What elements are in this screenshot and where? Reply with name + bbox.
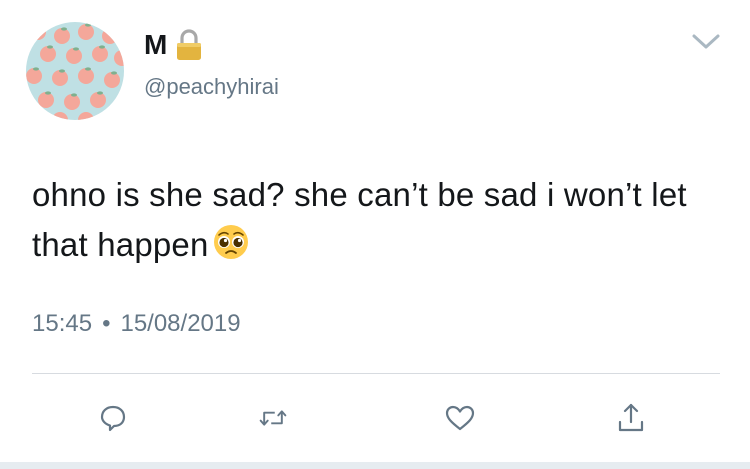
tweet-date: 15/08/2019	[120, 310, 241, 337]
retweet-button[interactable]	[258, 402, 288, 434]
avatar[interactable]	[26, 22, 124, 120]
divider	[32, 373, 720, 374]
tweet-time: 15:45	[32, 310, 93, 337]
share-icon	[618, 403, 644, 432]
peach-pattern-image	[26, 22, 124, 120]
meta-separator: •	[102, 310, 111, 337]
share-button[interactable]	[616, 402, 646, 434]
reply-button[interactable]	[98, 402, 128, 434]
tweet-timestamp: 15:45 • 15/08/2019	[32, 310, 241, 338]
bottom-separator	[0, 462, 750, 469]
tweet-text-content: ohno is she sad? she can’t be sad i won’…	[32, 176, 687, 263]
reply-icon	[100, 405, 126, 432]
chevron-down-icon[interactable]	[690, 30, 722, 52]
retweet-icon	[259, 410, 287, 426]
user-handle[interactable]: @peachyhirai	[144, 74, 279, 100]
heart-icon	[445, 405, 475, 431]
like-button[interactable]	[445, 402, 475, 434]
display-name[interactable]: M	[144, 29, 168, 61]
pleading-face-emoji-icon	[213, 224, 249, 260]
tweet-text: ohno is she sad? she can’t be sad i won’…	[32, 170, 722, 270]
lock-icon	[174, 28, 204, 62]
display-name-row[interactable]: M	[144, 28, 204, 62]
tweet-card: M @peachyhirai ohno is she sad? she can’…	[0, 0, 750, 469]
